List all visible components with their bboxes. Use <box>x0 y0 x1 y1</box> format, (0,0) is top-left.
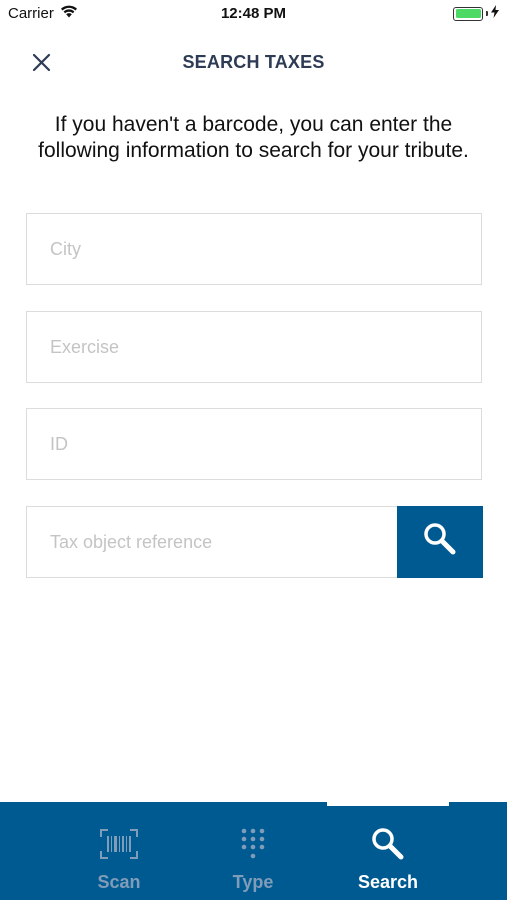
exercise-input[interactable] <box>27 312 481 382</box>
tab-type-label: Type <box>232 872 274 892</box>
id-field <box>26 408 482 480</box>
tab-bar: Scan Type Search <box>0 802 507 900</box>
tax-object-reference-field <box>26 505 483 578</box>
search-icon <box>370 826 406 862</box>
tab-scan-label: Scan <box>97 872 141 892</box>
search-button[interactable] <box>396 505 483 578</box>
search-taxes-screen: Carrier 12:48 PM SEARCH TAXES If you hav… <box>0 0 507 900</box>
charging-icon <box>491 5 499 22</box>
exercise-field <box>26 311 482 383</box>
active-tab-indicator <box>327 802 449 806</box>
battery-tip <box>486 11 488 16</box>
battery-level <box>455 9 481 18</box>
page-title: SEARCH TAXES <box>182 52 325 72</box>
city-field <box>26 213 482 285</box>
barcode-icon <box>99 826 139 862</box>
city-input[interactable] <box>27 214 481 284</box>
search-icon <box>421 520 459 563</box>
intro-text: If you haven't a barcode, you can enter … <box>38 113 469 162</box>
tab-search[interactable]: Search <box>323 826 453 894</box>
id-input[interactable] <box>27 409 481 479</box>
battery-icon <box>453 6 483 21</box>
tax-object-reference-input[interactable] <box>27 507 397 577</box>
tab-type[interactable]: Type <box>188 826 318 894</box>
status-bar: Carrier 12:48 PM <box>0 0 507 28</box>
header: SEARCH TAXES <box>0 40 507 84</box>
tab-scan[interactable]: Scan <box>54 826 184 894</box>
status-right <box>453 5 499 22</box>
keypad-icon <box>239 826 267 862</box>
tab-search-label: Search <box>357 872 419 892</box>
status-time: 12:48 PM <box>220 5 287 22</box>
